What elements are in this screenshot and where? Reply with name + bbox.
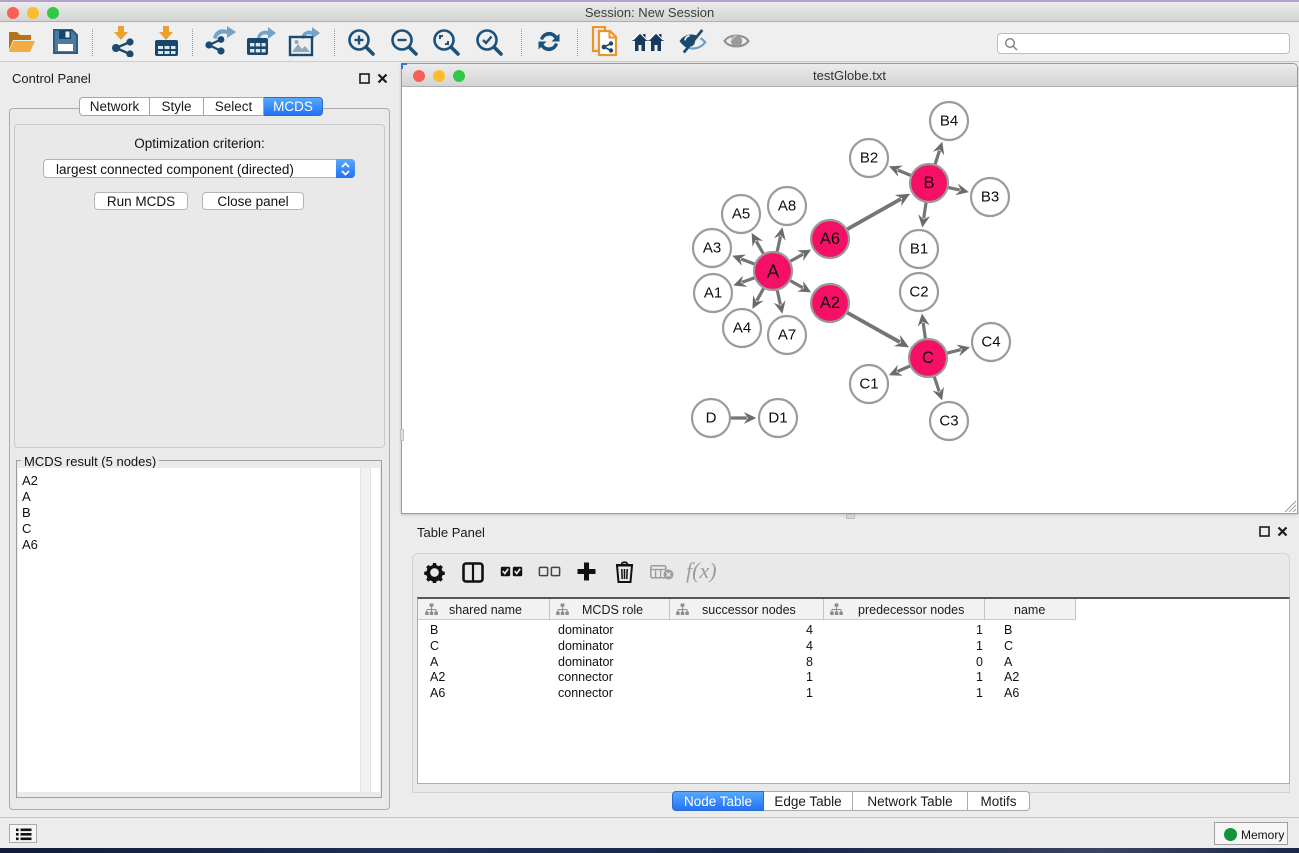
svg-text:B1: B1 bbox=[910, 241, 928, 258]
svg-text:A3: A3 bbox=[703, 240, 721, 257]
svg-text:D: D bbox=[706, 410, 717, 427]
svg-text:C3: C3 bbox=[939, 413, 958, 430]
svg-text:B: B bbox=[923, 174, 934, 192]
svg-text:D1: D1 bbox=[768, 410, 787, 427]
svg-text:B3: B3 bbox=[981, 189, 999, 206]
svg-text:A7: A7 bbox=[778, 327, 796, 344]
svg-text:A: A bbox=[767, 261, 780, 282]
svg-text:C4: C4 bbox=[981, 334, 1000, 351]
svg-text:A5: A5 bbox=[732, 206, 750, 223]
svg-text:B4: B4 bbox=[940, 113, 958, 130]
svg-text:A6: A6 bbox=[820, 230, 840, 248]
svg-text:A8: A8 bbox=[778, 198, 796, 215]
svg-text:A2: A2 bbox=[820, 294, 840, 312]
svg-text:A1: A1 bbox=[704, 285, 722, 302]
svg-text:C: C bbox=[922, 349, 934, 367]
svg-text:C2: C2 bbox=[909, 284, 928, 301]
svg-text:A4: A4 bbox=[733, 320, 751, 337]
svg-text:B2: B2 bbox=[860, 150, 878, 167]
svg-text:C1: C1 bbox=[859, 376, 878, 393]
